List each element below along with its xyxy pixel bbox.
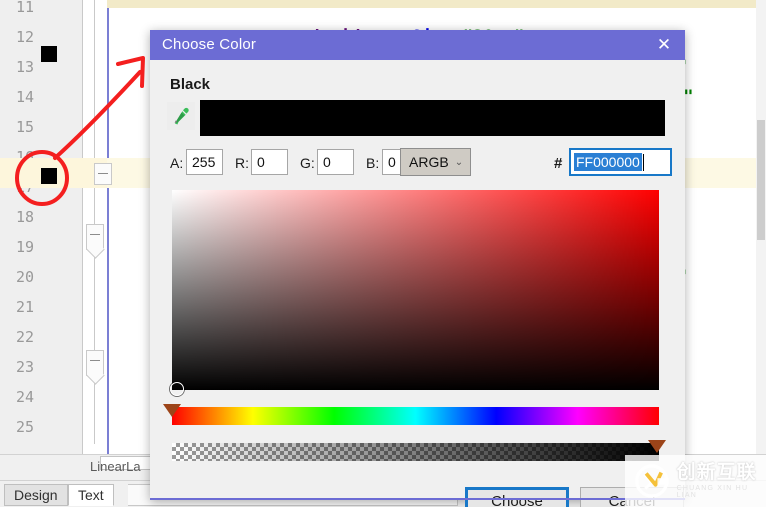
line-number: 11	[15, 0, 34, 16]
hex-input[interactable]: FF000000	[569, 148, 672, 176]
line-number: 22	[15, 328, 34, 346]
watermark: 创新互联 CHUANG XIN HU LIAN	[625, 455, 766, 507]
color-swatch-gutter[interactable]	[41, 46, 57, 62]
watermark-subtitle: CHUANG XIN HU LIAN	[676, 485, 749, 499]
code-highlight-strip	[107, 0, 756, 8]
watermark-title: 创新互联	[676, 462, 757, 483]
watermark-text: 创新互联 CHUANG XIN HU LIAN	[677, 463, 766, 499]
alpha-slider-marker[interactable]	[648, 440, 666, 453]
red-label: R:	[235, 155, 249, 171]
line-number: 19	[15, 238, 34, 256]
red-input[interactable]: 0	[251, 149, 288, 175]
hue-slider[interactable]	[172, 407, 659, 425]
fold-marker-active[interactable]	[94, 163, 112, 185]
channel-fields-row: A: 255 R: 0 G: 0 B: 0 ARGB ⌄ # FF000000	[150, 146, 685, 182]
hue-slider-marker[interactable]	[163, 404, 181, 417]
line-number-gutter: 11 12 13 14 15 16 17 18 19 20 21 22 23 2…	[0, 0, 83, 460]
line-number: 13	[15, 58, 34, 76]
code-folding-column	[83, 0, 107, 460]
color-preview-swatch	[200, 100, 665, 136]
color-format-value: ARGB	[409, 154, 449, 170]
line-number: 23	[15, 358, 34, 376]
watermark-logo-icon	[635, 464, 669, 498]
sv-picker-cursor[interactable]	[170, 382, 184, 396]
dialog-titlebar[interactable]: Choose Color ✕	[150, 30, 685, 60]
saturation-value-picker[interactable]	[172, 190, 659, 390]
choose-color-dialog: Choose Color ✕ Black A: 255 R: 0 G: 0 B:…	[150, 30, 685, 507]
fold-marker[interactable]	[86, 224, 104, 250]
dialog-body: Black A: 255 R: 0 G: 0 B: 0 ARGB ⌄ # FF0…	[150, 60, 685, 507]
blue-label: B:	[366, 155, 380, 171]
text-caret	[642, 153, 644, 171]
hex-value: FF000000	[574, 153, 642, 171]
eyedropper-icon[interactable]	[167, 102, 195, 130]
alpha-slider[interactable]	[172, 443, 659, 461]
dialog-title: Choose Color	[162, 36, 257, 53]
line-number: 20	[15, 268, 34, 286]
edit-indicator-bar	[107, 0, 109, 460]
line-number: 12	[15, 28, 34, 46]
line-number: 25	[15, 418, 34, 436]
scrollbar-thumb[interactable]	[757, 120, 765, 240]
color-format-dropdown[interactable]: ARGB ⌄	[400, 148, 471, 176]
green-input[interactable]: 0	[317, 149, 354, 175]
hash-label: #	[554, 155, 563, 172]
chevron-down-icon: ⌄	[454, 156, 464, 168]
tab-design[interactable]: Design	[4, 484, 68, 506]
alpha-input[interactable]: 255	[186, 149, 223, 175]
line-number: 21	[15, 298, 34, 316]
line-number: 24	[15, 388, 34, 406]
tab-text[interactable]: Text	[68, 484, 114, 506]
close-icon[interactable]: ✕	[643, 30, 685, 60]
fold-marker[interactable]	[86, 350, 104, 376]
breadcrumb-label[interactable]: LinearLa	[90, 459, 141, 474]
line-number: 18	[15, 208, 34, 226]
line-number: 15	[15, 118, 34, 136]
selected-color-name: Black	[170, 76, 211, 93]
green-label: G:	[300, 155, 315, 171]
alpha-label: A:	[170, 155, 184, 171]
editor-scrollbar[interactable]	[756, 0, 766, 460]
line-number: 14	[15, 88, 34, 106]
code-line: "	[677, 52, 766, 82]
code-line: t"	[673, 82, 766, 112]
code-line: "	[677, 262, 766, 292]
color-swatch-gutter-active[interactable]	[41, 168, 57, 184]
dialog-bottom-accent	[150, 498, 685, 500]
choose-button[interactable]: Choose	[465, 487, 569, 507]
